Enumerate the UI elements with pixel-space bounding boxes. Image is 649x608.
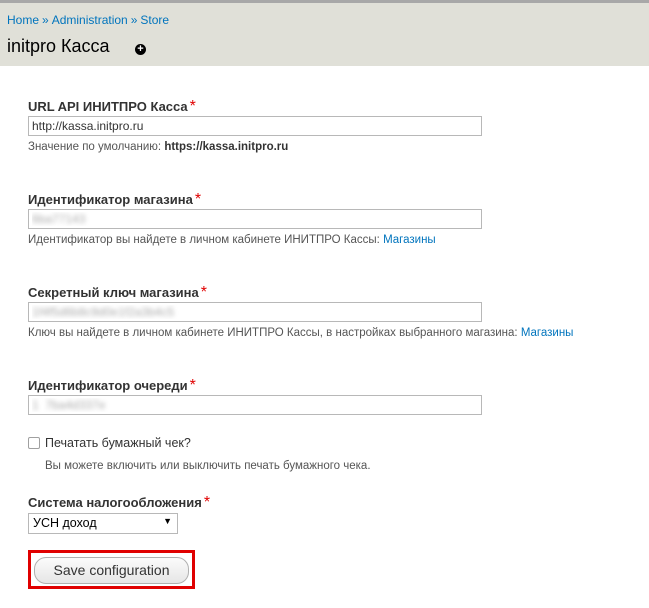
- breadcrumb: Home» Administration» Store: [7, 13, 169, 27]
- print-receipt-description: Вы можете включить или выключить печать …: [45, 460, 371, 472]
- shops-link[interactable]: Магазины: [521, 327, 574, 339]
- breadcrumb-separator: »: [130, 13, 138, 27]
- secret-key-description: Ключ вы найдете в личном кабинете ИНИТПР…: [28, 327, 574, 339]
- shop-id-input[interactable]: [28, 209, 482, 229]
- tax-system-field-label: Система налогообложения *: [28, 494, 211, 511]
- url-api-description: Значение по умолчанию: https://kassa.ini…: [28, 141, 289, 153]
- secret-key-field-label: Секретный ключ магазина *: [28, 284, 207, 301]
- secret-key-input[interactable]: [28, 302, 482, 322]
- shop-id-description: Идентификатор вы найдете в личном кабине…: [28, 234, 436, 246]
- save-configuration-button[interactable]: Save configuration: [34, 557, 189, 584]
- url-api-field-label: URL API ИНИТПРО Касса *: [28, 98, 196, 115]
- print-receipt-checkbox[interactable]: [28, 437, 40, 449]
- default-url-value: https://kassa.initpro.ru: [164, 141, 289, 153]
- tax-system-select[interactable]: УСН доход ▼: [28, 513, 178, 534]
- shop-id-field-label: Идентификатор магазина *: [28, 191, 202, 208]
- url-api-input[interactable]: [28, 116, 482, 136]
- queue-id-input[interactable]: [28, 395, 482, 415]
- breadcrumb-home[interactable]: Home: [7, 13, 39, 27]
- required-marker: *: [189, 377, 196, 394]
- breadcrumb-administration[interactable]: Administration: [52, 13, 128, 27]
- required-marker: *: [200, 284, 207, 301]
- dropdown-arrow-icon: ▼: [163, 516, 172, 526]
- required-marker: *: [194, 191, 202, 208]
- print-receipt-label[interactable]: Печатать бумажный чек?: [45, 436, 191, 450]
- plus-circle-icon[interactable]: +: [135, 44, 146, 55]
- breadcrumb-store[interactable]: Store: [140, 13, 169, 27]
- page-header: Home» Administration» Store initpro Касса …: [0, 0, 649, 66]
- required-marker: *: [203, 494, 211, 511]
- breadcrumb-separator: »: [42, 13, 49, 27]
- queue-id-field-label: Идентификатор очереди *: [28, 377, 196, 394]
- page-title: initpro Касса: [7, 36, 110, 56]
- required-marker: *: [189, 98, 196, 115]
- tax-system-selected-value: УСН доход: [33, 516, 97, 530]
- shops-link[interactable]: Магазины: [383, 234, 436, 246]
